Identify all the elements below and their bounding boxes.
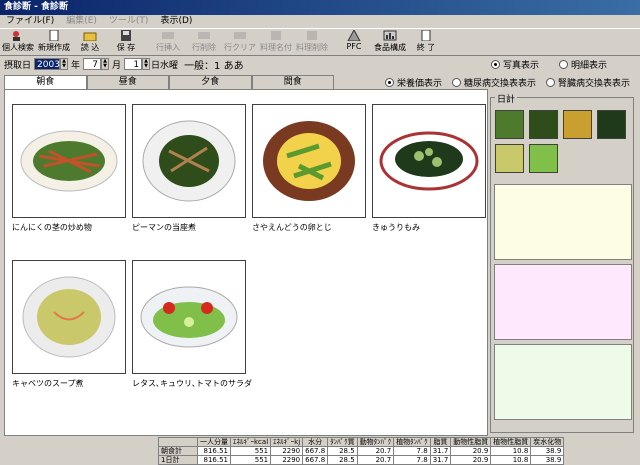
new-doc-icon (49, 30, 59, 41)
save-button[interactable]: 保 存 (108, 29, 144, 55)
month-spinner[interactable]: ▲ ▼ (101, 58, 110, 70)
dish-card[interactable]: にんにくの茎の炒め物 (12, 104, 128, 233)
open-icon (83, 32, 97, 41)
display-mode-group: 栄養価表示 糖尿病交換表表示 腎臓病交換表表示 (385, 76, 630, 89)
open-button[interactable]: 読 込 (72, 29, 108, 55)
dish-name-button[interactable]: 料理名付 (258, 29, 294, 55)
chevron-down-icon: ▼ (103, 63, 107, 69)
nutrition-table: 一人分量 ｴﾈﾙｷﾞｰkcal ｴﾈﾙｷﾞｰkj 水分 ﾀﾝﾊﾟｸ質 動物ﾀﾝﾊ… (158, 437, 565, 465)
menu-view[interactable]: 表示(D) (154, 15, 198, 28)
detail-view-radio[interactable]: 明細表示 (558, 58, 607, 71)
thumbnail[interactable] (563, 110, 592, 139)
thumbnail[interactable] (597, 110, 626, 139)
pink-pane (494, 264, 632, 340)
save-icon (121, 30, 131, 41)
intake-date-label: 摂取日 (4, 60, 32, 71)
pfc-button[interactable]: PFC (336, 29, 372, 55)
year-field[interactable]: 2003 (34, 58, 61, 70)
nutrition-table-area: 一人分量 ｴﾈﾙｷﾞｰkcal ｴﾈﾙｷﾞｰkj 水分 ﾀﾝﾊﾟｸ質 動物ﾀﾝﾊ… (158, 437, 565, 465)
year-spinner[interactable]: ▲ ▼ (60, 58, 69, 70)
menu-file[interactable]: ファイル(F) (0, 15, 60, 28)
clear-row-icon (234, 32, 246, 39)
dish-delete-button[interactable]: 料理削除 (294, 29, 330, 55)
exit-button[interactable]: 終 了 (408, 29, 444, 55)
insert-row-button[interactable]: 行挿入 (150, 29, 186, 55)
person-search-icon (13, 31, 20, 41)
meal-tabs: 朝食 昼食 夕食 間食 (4, 75, 334, 89)
table-header-row: 一人分量 ｴﾈﾙｷﾞｰkcal ｴﾈﾙｷﾞｰkj 水分 ﾀﾝﾊﾟｸ質 動物ﾀﾝﾊ… (158, 437, 565, 447)
cucumber-salad-photo (372, 104, 486, 218)
nutrition-radio[interactable]: 栄養価表示 (385, 76, 442, 89)
day-field[interactable]: 1 (124, 58, 143, 70)
new-doc-button[interactable]: 新規作成 (36, 29, 72, 55)
thumbnail[interactable] (529, 110, 558, 139)
tab-lunch[interactable]: 昼食 (86, 75, 169, 89)
date-bar: 摂取日 2003 ▲ ▼ 年 7 ▲ ▼ 月 1 ▲ ▼ 日水曜 一般：1 ああ 写真… (4, 58, 607, 72)
menu-bar: ファイル(F) 編集(E) ツール(T) 表示(D) (0, 15, 640, 29)
kidney-radio[interactable]: 腎臓病交換表表示 (546, 76, 630, 89)
food-composition-icon (383, 30, 397, 41)
green-pepper-simmered-photo (132, 104, 246, 218)
dish-card[interactable]: レタス､キュウリ､トマトのサラダ (132, 260, 252, 389)
dish-card[interactable]: ピーマンの当座煮 (132, 104, 248, 233)
clear-row-button[interactable]: 行クリア (222, 29, 258, 55)
photo-view-radio[interactable]: 写真表示 (490, 58, 539, 71)
green-pane (494, 344, 632, 420)
dish-card[interactable]: さやえんどうの卵とじ (252, 104, 368, 233)
tab-snack[interactable]: 間食 (251, 75, 334, 89)
diabetes-radio[interactable]: 糖尿病交換表表示 (452, 76, 536, 89)
thumbnail[interactable] (495, 110, 524, 139)
daily-total-label: 日計 (495, 92, 518, 105)
dish-card[interactable]: きゅうりもみ (372, 104, 488, 233)
menu-edit[interactable]: 編集(E) (60, 15, 103, 28)
pfc-icon (347, 30, 361, 41)
weekday-label: 日水曜 (151, 60, 179, 71)
food-composition-button[interactable]: 食品構成 (372, 29, 408, 55)
thumbnail[interactable] (529, 144, 558, 173)
person-search-button[interactable]: 個人検索 (0, 29, 36, 55)
thumbnail[interactable] (495, 144, 524, 173)
dish-photo-area: にんにくの茎の炒め物 ピーマンの当座煮 さやえんどうの卵とじ きゅうりもみ キャ… (4, 89, 488, 436)
table-row: 1日計 816.51 551 2290 667.8 28.5 20.7 7.8 … (158, 455, 565, 465)
insert-row-icon (162, 32, 174, 39)
window-title: 食診断 - 食診断 (0, 0, 640, 15)
chevron-down-icon: ▼ (144, 63, 148, 69)
toolbar: 個人検索 新規作成 読 込 保 存 行挿入 行削除 行クリア 料理名付 料理削除… (0, 29, 640, 56)
snow-pea-egg-photo (252, 104, 366, 218)
yellow-pane (494, 184, 632, 260)
cabbage-soup-photo (12, 260, 126, 374)
month-field[interactable]: 7 (83, 58, 102, 70)
garlic-stem-stirfry-photo (12, 104, 126, 218)
person-label: 一般：1 ああ (184, 60, 244, 72)
daily-total-panel: 日計 (490, 92, 634, 433)
table-row: 朝食計 816.51 551 2290 667.8 28.5 20.7 7.8 … (158, 446, 565, 456)
delete-row-button[interactable]: 行削除 (186, 29, 222, 55)
dish-delete-icon (307, 31, 317, 40)
tab-breakfast[interactable]: 朝食 (4, 75, 87, 89)
menu-tools[interactable]: ツール(T) (103, 15, 155, 28)
delete-row-icon (198, 32, 210, 39)
lettuce-tomato-salad-photo (132, 260, 246, 374)
day-spinner[interactable]: ▲ ▼ (142, 58, 151, 70)
tab-dinner[interactable]: 夕食 (169, 75, 252, 89)
dish-name-icon (271, 31, 281, 40)
dish-card[interactable]: キャベツのスープ煮 (12, 260, 128, 389)
chevron-down-icon: ▼ (62, 63, 66, 69)
exit-icon (421, 30, 431, 41)
